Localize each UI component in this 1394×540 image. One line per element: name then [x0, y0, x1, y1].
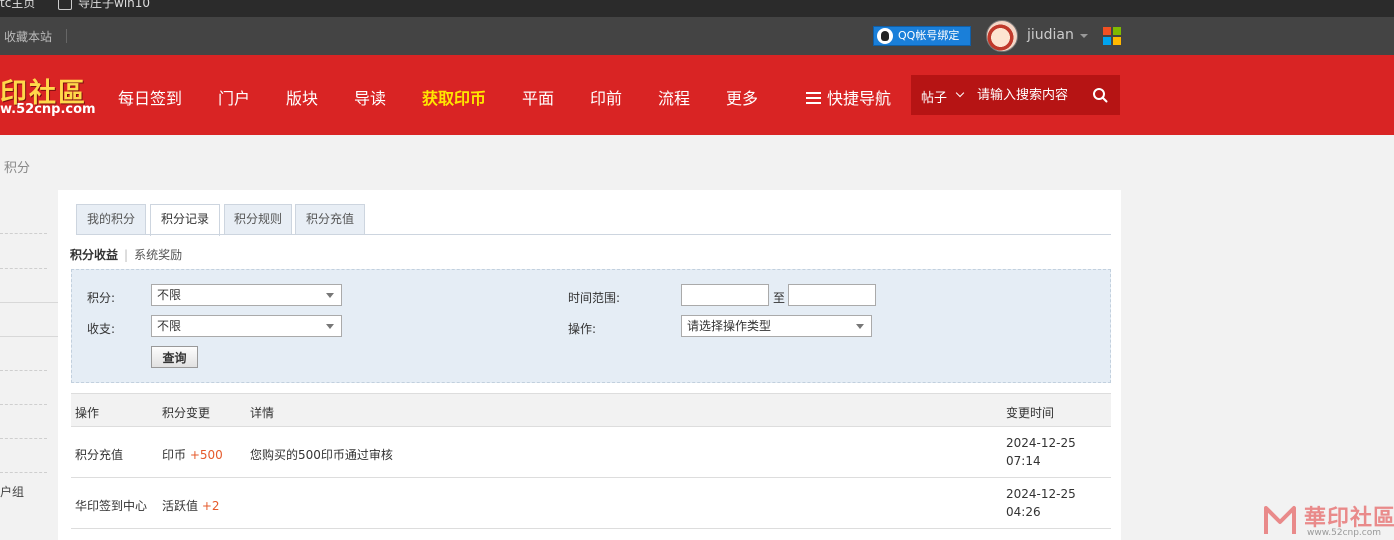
nav-item-more[interactable]: 更多	[726, 85, 758, 109]
column-header-detail: 详情	[250, 406, 275, 420]
nav-item-workflow[interactable]: 流程	[658, 85, 690, 109]
operation-label: 操作:	[568, 322, 597, 336]
nav-item-forums[interactable]: 版块	[286, 85, 318, 109]
row-credit-change: 活跃值 +2	[162, 497, 220, 514]
caret-down-icon[interactable]	[1080, 34, 1088, 38]
search-input[interactable]	[977, 84, 1087, 106]
row-date: 2024-12-25	[1006, 487, 1076, 501]
qq-bind-label: QQ帐号绑定	[898, 29, 960, 42]
tab-credit-log[interactable]: 积分记录	[150, 204, 220, 236]
search-icon[interactable]	[1092, 87, 1108, 103]
start-date-input[interactable]	[681, 284, 769, 306]
main-navbar: 印社區 w.52cnp.com 每日签到 门户 版块 导读 获取印币 平面 印前…	[0, 55, 1394, 135]
row-date: 2024-12-25	[1006, 436, 1076, 450]
subnav-system-reward[interactable]: 系统奖励	[134, 248, 182, 262]
sidebar-divider	[0, 233, 47, 234]
username-link[interactable]: jiudian	[1027, 27, 1074, 43]
windows-logo-icon[interactable]	[1103, 27, 1121, 45]
sidebar-divider	[0, 268, 47, 269]
subnav-income[interactable]: 积分收益	[70, 248, 118, 262]
tab-credit-recharge[interactable]: 积分充值	[295, 204, 365, 235]
credit-type-value: 不限	[157, 288, 182, 302]
breadcrumb: 积分	[4, 161, 31, 176]
sidebar-divider	[0, 336, 58, 337]
sidebar-divider	[0, 472, 47, 473]
dropdown-arrow-icon	[326, 324, 334, 329]
query-button[interactable]: 查询	[151, 346, 198, 368]
nav-item-prepress[interactable]: 印前	[590, 85, 622, 109]
row-credit-name: 活跃值	[162, 499, 199, 513]
row-clock: 07:14	[1006, 454, 1041, 468]
credit-subnav: 积分收益 | 系统奖励	[70, 246, 182, 263]
direction-label: 收支:	[87, 322, 116, 336]
subnav-separator: |	[124, 248, 129, 262]
direction-value: 不限	[157, 319, 182, 333]
column-header-operation: 操作	[75, 406, 100, 420]
top-toolbar: 收藏本站 QQ帐号绑定 jiudian	[0, 17, 1394, 55]
bookmark-page-icon	[58, 0, 72, 10]
sidebar-divider	[0, 302, 58, 303]
direction-select[interactable]: 不限	[151, 315, 342, 337]
row-time: 2024-12-25 04:26	[1006, 485, 1076, 521]
row-time: 2024-12-25 07:14	[1006, 434, 1076, 470]
sidebar-item-usergroup[interactable]: 户组	[0, 483, 24, 500]
browser-bookmark-bar: tc主页 导圧子win10	[0, 0, 1394, 17]
table-row: 积分充值 印币 +500 您购买的500印币通过审核 2024-12-25 07:…	[71, 427, 1111, 478]
sidebar-divider	[0, 370, 47, 371]
row-clock: 04:26	[1006, 505, 1041, 519]
watermark-url: www.52cnp.com	[1307, 528, 1382, 538]
favorite-site-link[interactable]: 收藏本站	[4, 28, 52, 45]
end-date-input[interactable]	[788, 284, 876, 306]
operation-type-select[interactable]: 请选择操作类型	[681, 315, 872, 337]
row-credit-amount: +500	[189, 448, 223, 462]
qq-penguin-icon	[877, 28, 893, 44]
search-box: 帖子	[911, 75, 1120, 115]
nav-item-portal[interactable]: 门户	[218, 85, 250, 109]
table-row: 华印签到中心 活跃值 +2 2024-12-25 04:26	[71, 478, 1111, 529]
time-range-label: 时间范围:	[568, 291, 621, 305]
nav-item-graphic[interactable]: 平面	[522, 85, 554, 109]
site-logo-url: w.52cnp.com	[0, 102, 96, 117]
to-label: 至	[773, 291, 786, 305]
row-credit-amount: +2	[201, 499, 220, 513]
dropdown-arrow-icon	[326, 293, 334, 298]
credit-type-label: 积分:	[87, 291, 116, 305]
credit-panel: 我的积分 积分记录 积分规则 积分充值 积分收益 | 系统奖励 积分: 不限 收支:…	[58, 190, 1121, 540]
search-type-select[interactable]: 帖子	[921, 87, 947, 106]
row-credit-name: 印币	[162, 448, 187, 462]
qq-bind-button[interactable]: QQ帐号绑定	[873, 26, 971, 46]
credit-type-select[interactable]: 不限	[151, 284, 342, 306]
bookmark-item[interactable]: tc主页	[0, 0, 35, 11]
tab-my-credits[interactable]: 我的积分	[76, 204, 146, 235]
nav-item-checkin[interactable]: 每日签到	[118, 85, 182, 109]
quick-nav-button[interactable]: 快捷导航	[806, 85, 891, 109]
list-icon	[806, 91, 821, 104]
row-operation: 积分充值	[75, 448, 124, 462]
nav-item-get-coins[interactable]: 获取印币	[422, 85, 486, 109]
column-header-time: 变更时间	[1006, 406, 1055, 420]
watermark-logo-icon	[1264, 506, 1296, 534]
operation-type-value: 请选择操作类型	[687, 319, 772, 333]
filter-form: 积分: 不限 收支: 不限 查询 时间范围: 至 操作: 请选择操作类型	[71, 269, 1111, 383]
row-credit-change: 印币 +500	[162, 446, 223, 463]
row-detail: 您购买的500印币通过审核	[250, 448, 393, 462]
avatar[interactable]	[986, 20, 1018, 52]
column-header-credit-change: 积分变更	[162, 406, 211, 420]
nav-item-guide[interactable]: 导读	[354, 85, 386, 109]
tabs-underline	[76, 234, 1111, 235]
bookmark-item[interactable]: 导圧子win10	[78, 0, 150, 11]
dropdown-arrow-icon	[856, 324, 864, 329]
quick-nav-label: 快捷导航	[827, 89, 892, 108]
chevron-down-icon[interactable]	[955, 88, 965, 98]
tab-credit-rules[interactable]: 积分规则	[224, 204, 292, 235]
row-operation: 华印签到中心	[75, 499, 148, 513]
table-header: 操作 积分变更 详情 变更时间	[71, 393, 1111, 427]
toolbar-divider	[66, 29, 67, 43]
sidebar-divider	[0, 404, 47, 405]
sidebar-divider	[0, 438, 47, 439]
